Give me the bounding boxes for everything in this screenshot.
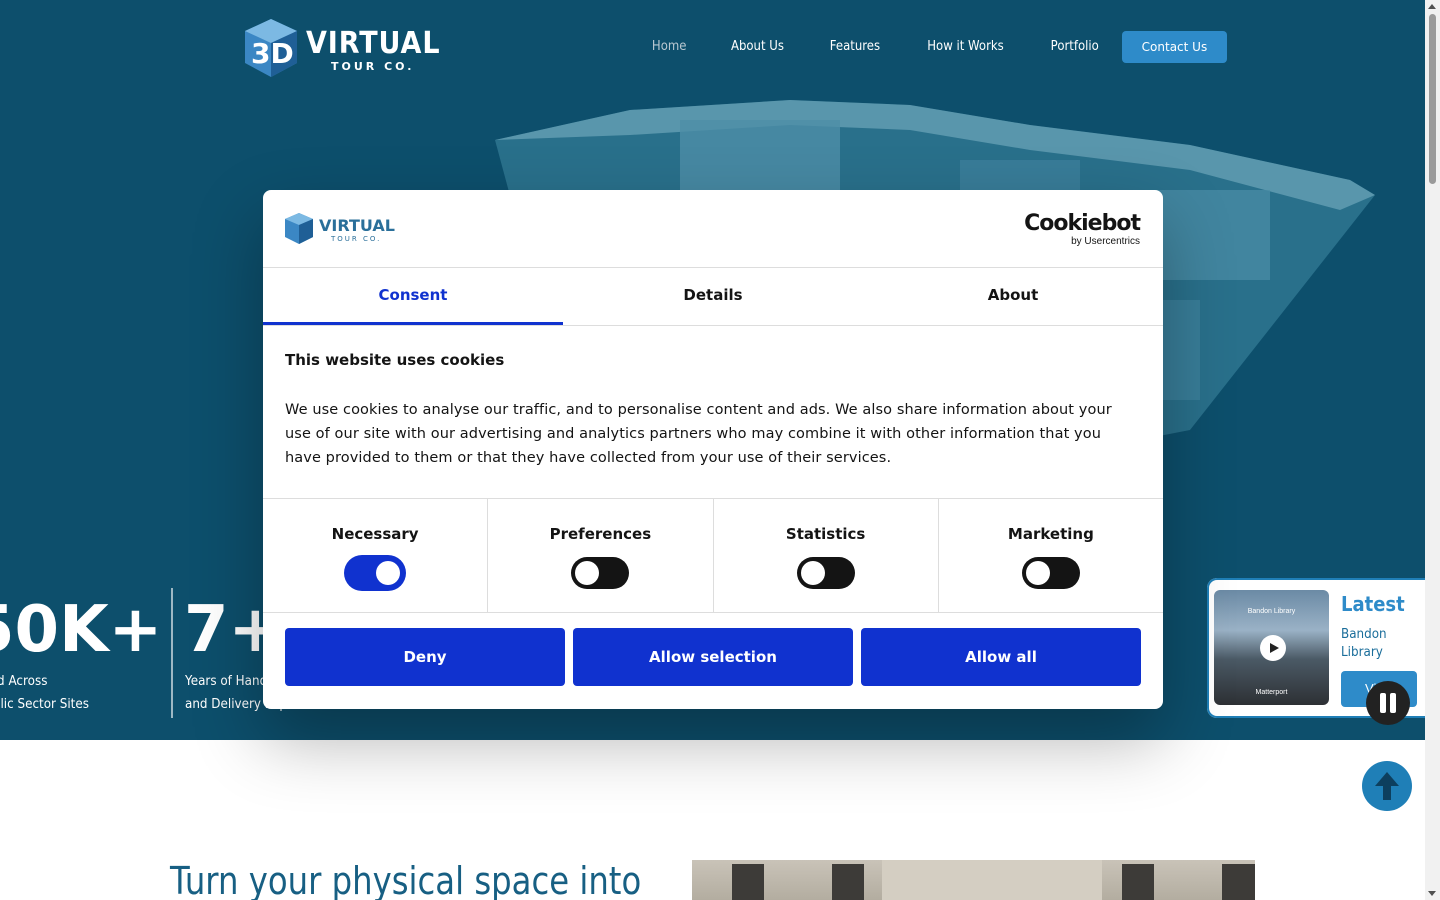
category-marketing: Marketing <box>939 499 1163 612</box>
category-necessary: Necessary <box>263 499 489 612</box>
toggle-knob <box>1025 561 1050 585</box>
dialog-logo-title: VIRTUAL <box>319 216 395 235</box>
latest-heading: Latest <box>1341 592 1405 616</box>
arrow-up-icon <box>1375 772 1399 800</box>
building-photo <box>692 860 1255 900</box>
thumbnail-caption: Bandon Library <box>1247 608 1296 615</box>
svg-text:3D: 3D <box>251 37 294 70</box>
nav-home[interactable]: Home <box>634 31 705 63</box>
category-preferences: Preferences <box>488 499 714 612</box>
toggle-knob <box>575 561 600 585</box>
page-scrollbar[interactable] <box>1425 0 1440 900</box>
play-icon[interactable] <box>1260 635 1286 661</box>
dialog-body: This website uses cookies We use cookies… <box>263 326 1163 499</box>
category-label: Marketing <box>1007 525 1094 543</box>
contact-us-button[interactable]: Contact Us <box>1121 31 1228 63</box>
dialog-description: We use cookies to analyse our traffic, a… <box>285 402 1112 466</box>
toggle-knob <box>800 561 825 585</box>
toggle-knob <box>376 561 401 585</box>
category-label: Necessary <box>331 525 419 543</box>
dialog-title: This website uses cookies <box>285 351 505 369</box>
latest-tour-thumbnail[interactable]: Bandon Library Matterport <box>1214 590 1329 705</box>
3d-cube-logo-icon: 3D <box>245 19 297 77</box>
category-statistics: Statistics <box>714 499 939 612</box>
stat-label-line2: and Public Sector Sites <box>0 697 89 712</box>
pause-icon[interactable] <box>1366 681 1410 725</box>
nav-portfolio[interactable]: Portfolio <box>1033 31 1117 63</box>
cookiebot-subtitle: by Usercentrics <box>1071 236 1140 247</box>
dialog-logo: VIRTUAL TOUR CO. <box>285 212 395 246</box>
deny-button[interactable]: Deny <box>285 628 565 686</box>
preferences-toggle[interactable] <box>571 557 630 589</box>
scroll-up-arrow-icon[interactable] <box>1428 4 1436 9</box>
logo-title: VIRTUAL <box>306 26 441 61</box>
stat-value: 50K+ <box>0 593 163 667</box>
scroll-to-top-button[interactable] <box>1362 761 1412 811</box>
stat-label-line1: Digitised Across <box>0 674 48 689</box>
statistics-toggle[interactable] <box>796 557 855 589</box>
tab-consent[interactable]: Consent <box>263 268 563 325</box>
cookiebot-brand[interactable]: Cookiebot by Usercentrics <box>1024 211 1141 248</box>
dialog-buttons: Deny Allow selection Allow all <box>263 613 1163 686</box>
logo-subtitle: TOUR CO. <box>331 60 415 73</box>
scroll-down-arrow-icon[interactable] <box>1428 891 1436 896</box>
nav-how-it-works[interactable]: How it Works <box>909 31 1022 63</box>
cookiebot-title: Cookiebot <box>1024 211 1141 236</box>
cookie-categories: Necessary Preferences Statistics Marketi… <box>263 499 1163 613</box>
category-label: Preferences <box>549 525 652 543</box>
dialog-header: VIRTUAL TOUR CO. Cookiebot by Usercentri… <box>263 190 1163 268</box>
stat-divider <box>171 588 173 718</box>
necessary-toggle[interactable] <box>346 557 405 589</box>
section-headline: Turn your physical space into <box>170 859 642 900</box>
allow-selection-button[interactable]: Allow selection <box>573 628 853 686</box>
latest-title: Bandon Library <box>1341 627 1387 660</box>
matterport-brand: Matterport <box>1255 689 1288 696</box>
scrollbar-thumb[interactable] <box>1429 14 1436 184</box>
cookie-consent-dialog: VIRTUAL TOUR CO. Cookiebot by Usercentri… <box>263 190 1163 709</box>
tab-about[interactable]: About <box>863 268 1163 325</box>
nav-features[interactable]: Features <box>812 31 898 63</box>
site-logo[interactable]: 3D VIRTUAL TOUR CO. <box>243 17 440 79</box>
marketing-toggle[interactable] <box>1021 557 1080 589</box>
tab-details[interactable]: Details <box>563 268 863 325</box>
main-nav: Home About Us Features How it Works Port… <box>630 31 1228 63</box>
dialog-tabs: Consent Details About <box>263 268 1163 326</box>
category-label: Statistics <box>785 525 866 543</box>
allow-all-button[interactable]: Allow all <box>861 628 1141 686</box>
dialog-logo-subtitle: TOUR CO. <box>331 235 382 243</box>
nav-about-us[interactable]: About Us <box>713 31 802 63</box>
